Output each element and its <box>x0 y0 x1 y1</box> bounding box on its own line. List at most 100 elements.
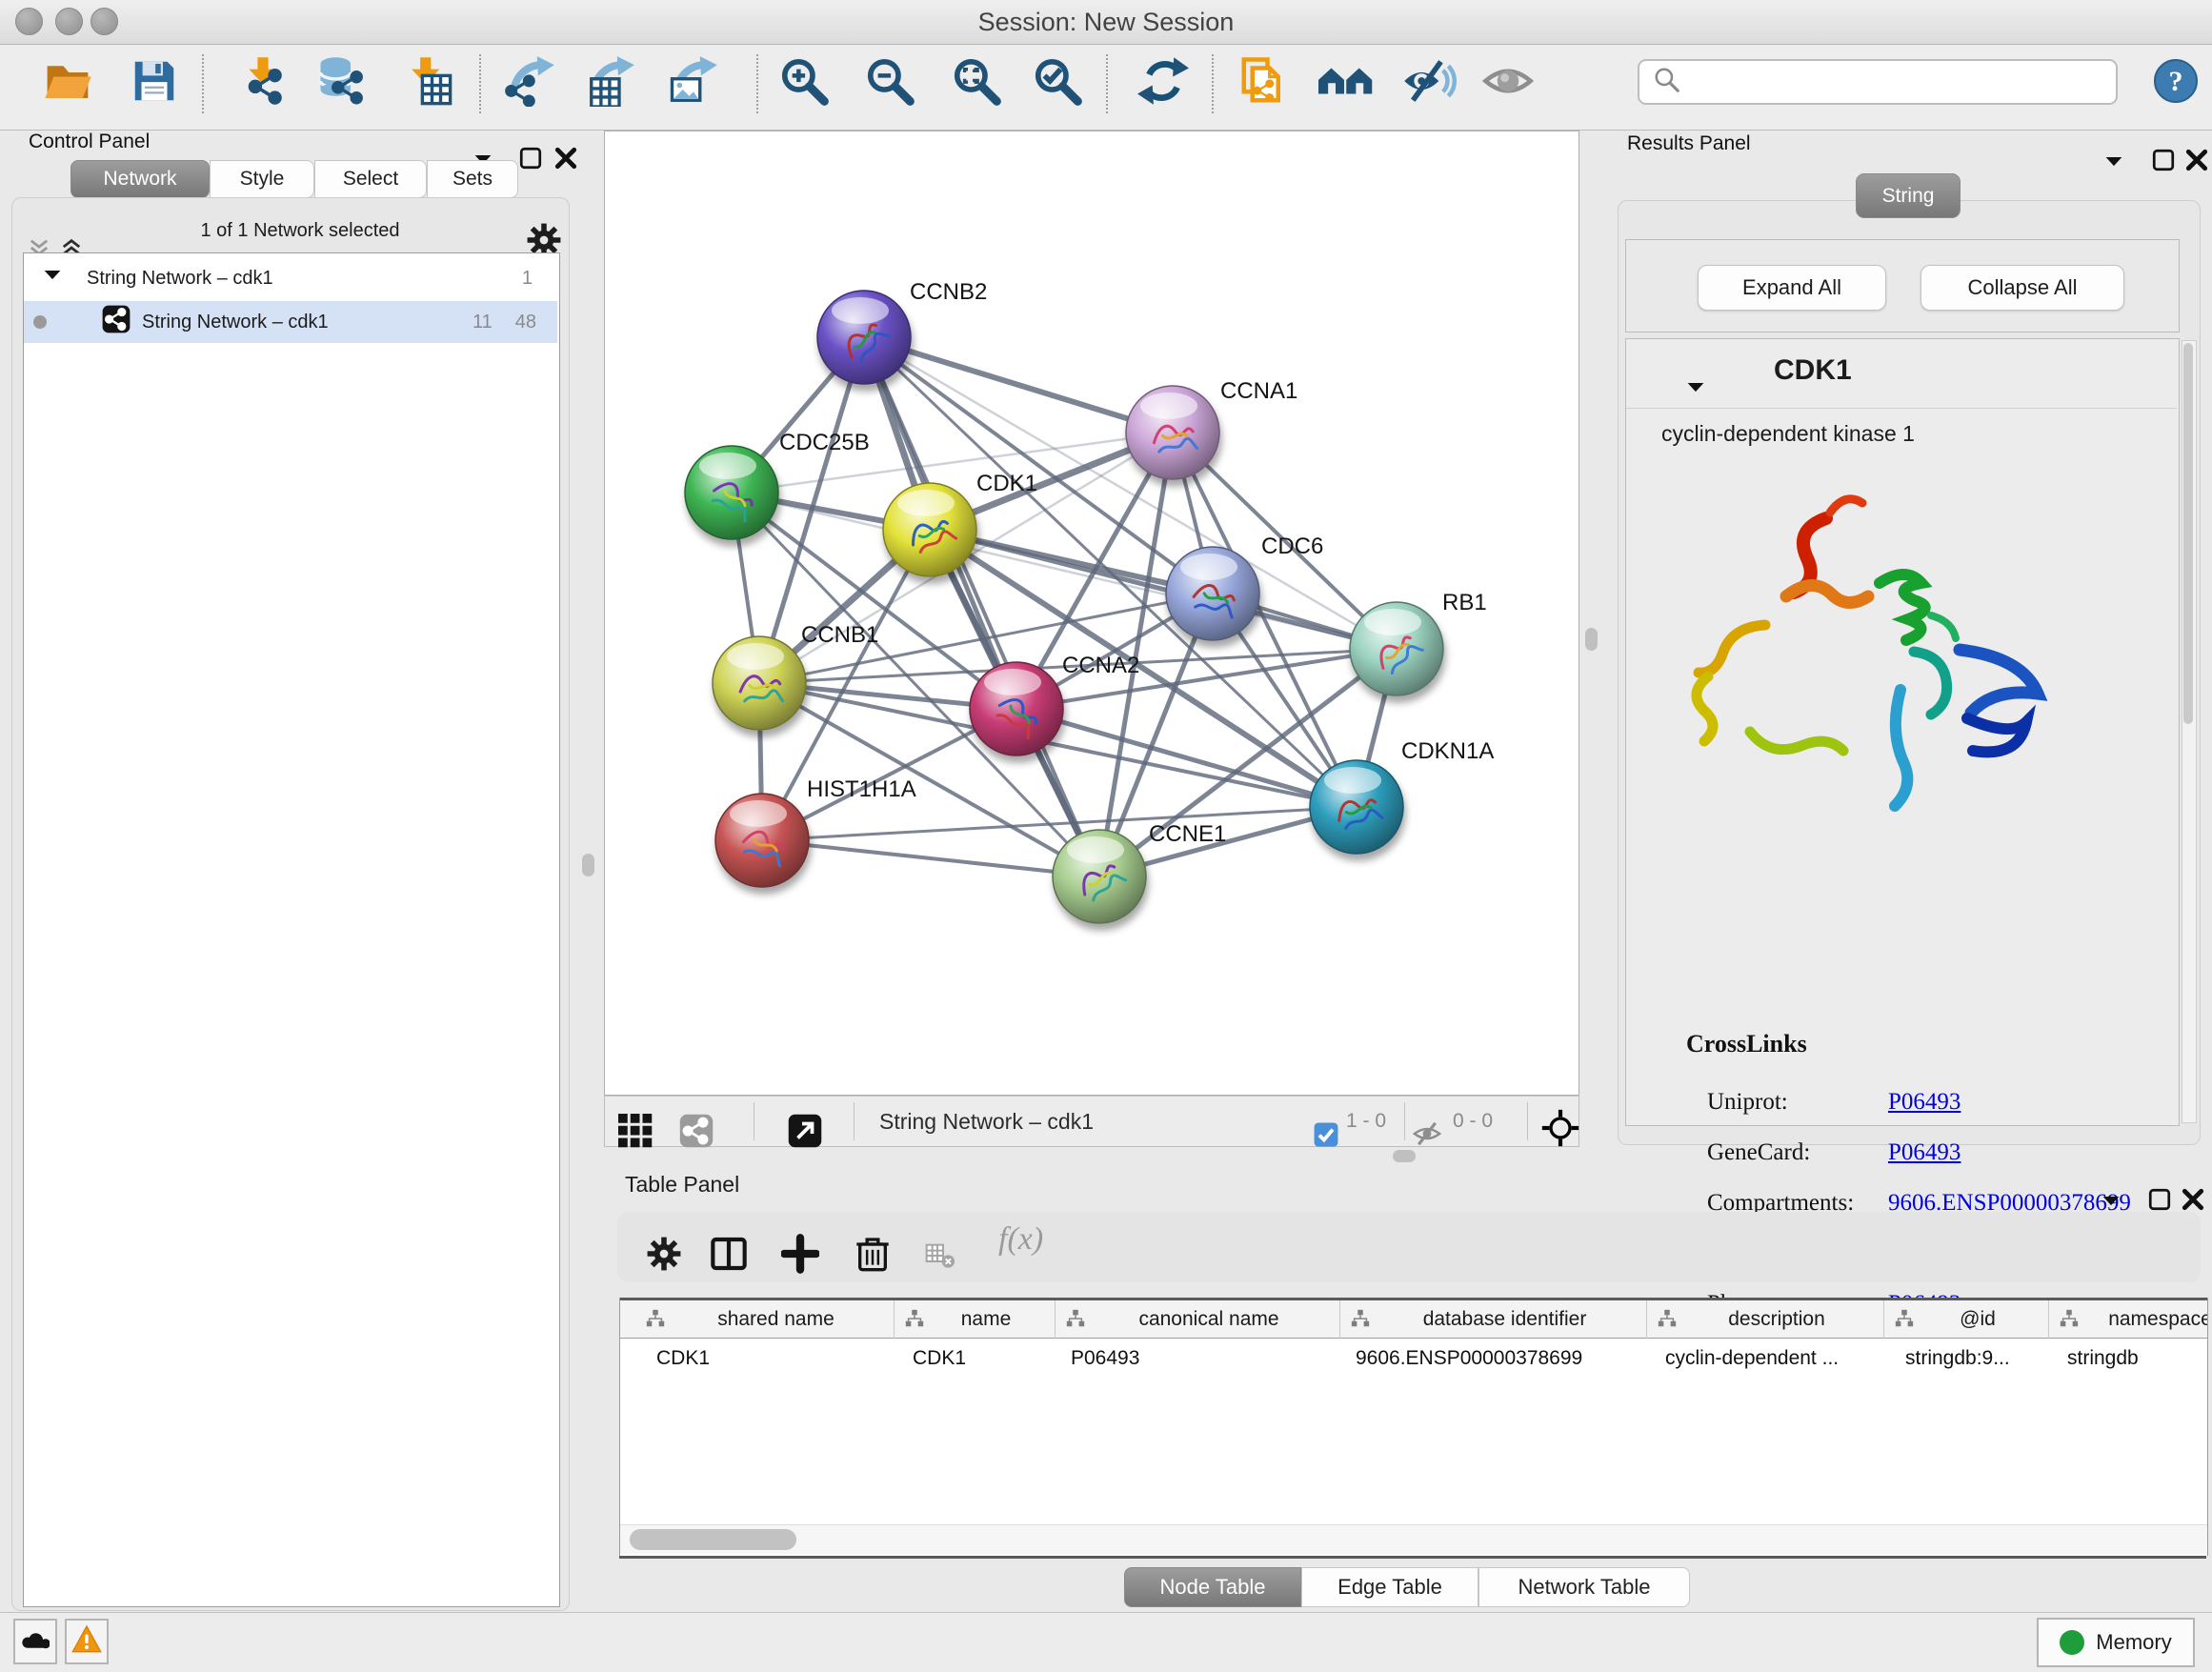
memory-label: Memory <box>2096 1630 2171 1655</box>
cell-database-identifier[interactable]: 9606.ENSP00000378699 <box>1356 1347 1582 1380</box>
column-header-database-identifier[interactable]: database identifier <box>1340 1300 1647 1339</box>
import-table-button[interactable] <box>399 54 456 111</box>
node-RB1[interactable]: RB1 <box>1350 590 1487 695</box>
tab-sets[interactable]: Sets <box>427 160 518 198</box>
export-network-button[interactable] <box>500 54 561 111</box>
copy-network-button[interactable] <box>1234 54 1293 111</box>
birds-eye-view-icon[interactable] <box>618 1105 653 1161</box>
cell-canonical-name[interactable]: P06493 <box>1071 1347 1139 1380</box>
detach-view-icon[interactable] <box>788 1105 822 1161</box>
zoom-selected-button[interactable] <box>1027 54 1088 111</box>
zoom-out-button[interactable] <box>859 54 920 111</box>
apply-preferred-layout-button[interactable] <box>1136 54 1191 111</box>
export-table-button[interactable] <box>581 54 640 111</box>
toolbar-separator <box>479 54 481 113</box>
cell-namespace[interactable]: stringdb <box>2067 1347 2139 1380</box>
string-network-graph[interactable]: CCNB2 CCNA1 CDC25B <box>605 131 1579 1095</box>
cell-shared-name[interactable]: CDK1 <box>656 1347 710 1380</box>
export-image-button[interactable] <box>662 54 725 111</box>
protein-structure-image <box>1674 463 2112 844</box>
tab-node-table[interactable]: Node Table <box>1124 1567 1301 1607</box>
crosslink-link[interactable]: P06493 <box>1888 1089 1961 1116</box>
column-header-id[interactable]: @id <box>1884 1300 2049 1339</box>
node-label-CCNB2: CCNB2 <box>910 279 987 305</box>
save-session-button[interactable] <box>125 54 184 111</box>
node-CCNB1[interactable]: CCNB1 <box>713 622 878 730</box>
create-column-icon[interactable] <box>781 1228 819 1284</box>
protein-header-row[interactable]: CDK1 <box>1626 339 2177 409</box>
scrollbar-thumb[interactable] <box>630 1529 796 1550</box>
tab-select[interactable]: Select <box>314 160 427 198</box>
selected-nodes-checkbox[interactable] <box>1314 1109 1338 1165</box>
table-panel: Table Panel f(x) shared name name canoni… <box>604 1164 2212 1610</box>
node-CDK1[interactable]: CDK1 <box>883 471 1037 576</box>
search-input[interactable] <box>1689 69 2116 95</box>
node-CCNE1[interactable]: CCNE1 <box>1053 821 1226 923</box>
string-protein-query-button[interactable] <box>1310 54 1378 111</box>
export-image-icon <box>668 55 719 111</box>
close-panel-icon[interactable] <box>2184 134 2209 191</box>
zoom-fit-content-button[interactable] <box>946 54 1007 111</box>
memory-button[interactable]: Memory <box>2037 1618 2195 1667</box>
column-header-canonical-name[interactable]: canonical name <box>1056 1300 1340 1339</box>
copy-network-icon <box>1237 55 1289 111</box>
collapse-all-button[interactable]: Collapse All <box>1920 265 2124 311</box>
tab-string[interactable]: String <box>1856 173 1961 218</box>
node-CCNA1[interactable]: CCNA1 <box>1126 378 1297 479</box>
zoom-in-button[interactable] <box>774 54 835 111</box>
network-tree-row[interactable]: String Network – cdk1 11 48 <box>24 301 557 343</box>
show-hide-graphics-details-button[interactable] <box>1397 54 1459 111</box>
column-header-namespace[interactable]: namespace <box>2049 1300 2208 1339</box>
open-session-icon <box>42 55 93 111</box>
panel-menu-icon[interactable] <box>2104 136 2123 192</box>
network-badge-icon[interactable] <box>679 1105 714 1161</box>
column-header-description[interactable]: description <box>1647 1300 1884 1339</box>
show-columns-icon[interactable] <box>710 1228 748 1284</box>
node-HIST1H1A[interactable]: HIST1H1A <box>715 776 916 887</box>
horizontal-scrollbar[interactable] <box>620 1524 2207 1554</box>
cell-id[interactable]: stringdb:9... <box>1905 1347 2010 1380</box>
collapse-section-icon[interactable] <box>1686 362 1705 418</box>
results-scrollbar[interactable] <box>2182 340 2197 1123</box>
close-panel-icon[interactable] <box>553 132 578 189</box>
tab-network[interactable]: Network <box>70 160 210 198</box>
tab-style[interactable]: Style <box>210 160 314 198</box>
warnings-button[interactable] <box>65 1619 109 1664</box>
fit-selected-crosshair-icon[interactable] <box>1541 1102 1579 1158</box>
node-CDKN1A[interactable]: CDKN1A <box>1310 738 1494 854</box>
window-title: Session: New Session <box>0 0 2212 44</box>
float-panel-icon[interactable] <box>2151 134 2176 191</box>
import-network-button[interactable] <box>235 54 291 111</box>
crosslink-link[interactable]: P06493 <box>1888 1139 1961 1166</box>
delete-table-icon <box>924 1232 955 1288</box>
network-type-icon <box>102 293 131 351</box>
network-canvas[interactable]: CCNB2 CCNA1 CDC25B <box>604 131 1579 1096</box>
right-splitter-handle[interactable] <box>1585 628 1598 651</box>
hidden-elements-icon[interactable] <box>1413 1108 1441 1164</box>
tab-network-table[interactable]: Network Table <box>1478 1567 1690 1607</box>
column-header-shared-name[interactable]: shared name <box>635 1300 895 1339</box>
cloud-status-button[interactable] <box>13 1619 57 1664</box>
edge-CCNB2-CCNA1[interactable] <box>864 337 1173 433</box>
open-session-button[interactable] <box>36 54 99 111</box>
cell-description[interactable]: cyclin-dependent ... <box>1665 1347 1839 1380</box>
left-splitter-handle[interactable] <box>582 854 594 876</box>
table-options-gear-icon[interactable] <box>646 1228 682 1284</box>
float-panel-icon[interactable] <box>518 132 543 189</box>
delete-columns-icon[interactable] <box>854 1228 892 1284</box>
column-header-name[interactable]: name <box>895 1300 1056 1339</box>
tab-edge-table[interactable]: Edge Table <box>1301 1567 1478 1607</box>
control-panel-title: Control Panel <box>29 131 150 153</box>
results-panel-title: Results Panel <box>1627 132 1751 155</box>
edge-CDK1-RB1[interactable] <box>930 530 1397 649</box>
cell-name[interactable]: CDK1 <box>913 1347 966 1380</box>
crosslink-label: GeneCard: <box>1707 1139 1888 1166</box>
import-network-from-database-button[interactable] <box>306 54 378 111</box>
node-CDC25B[interactable]: CDC25B <box>685 430 870 539</box>
preview-eye-button[interactable] <box>1478 54 1538 111</box>
search-box[interactable] <box>1638 59 2118 105</box>
expand-all-button[interactable]: Expand All <box>1698 265 1886 311</box>
node-table[interactable]: shared name name canonical name database… <box>619 1298 2208 1556</box>
help-button[interactable]: ? <box>2148 54 2203 111</box>
scrollbar-thumb[interactable] <box>2183 343 2193 724</box>
